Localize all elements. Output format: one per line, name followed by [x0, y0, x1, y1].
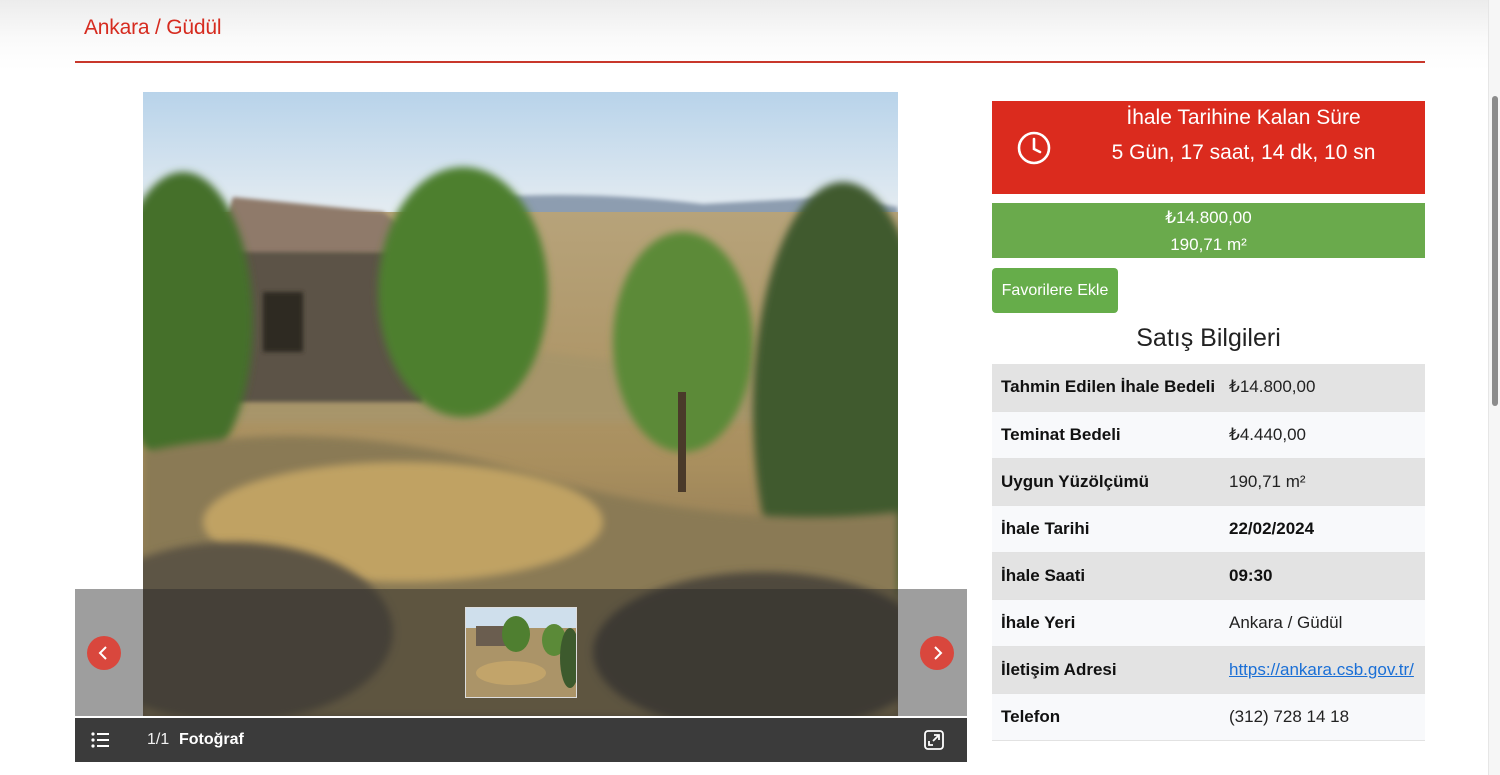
row-label: İhale Yeri — [992, 599, 1220, 647]
price-area: 190,71 m² — [1170, 235, 1247, 254]
table-row: Teminat Bedeli ₺4.440,00 — [992, 411, 1425, 459]
table-row: Telefon (312) 728 14 18 — [992, 693, 1425, 741]
row-label: Uygun Yüzölçümü — [992, 458, 1220, 506]
row-value: ₺4.440,00 — [1220, 411, 1425, 459]
row-label: Telefon — [992, 693, 1220, 741]
sales-info-title: Satış Bilgileri — [1136, 324, 1281, 352]
table-row: Tahmin Edilen İhale Bedeli ₺14.800,00 — [992, 364, 1425, 412]
row-value: Ankara / Güdül — [1220, 599, 1425, 647]
row-value: 190,71 m² — [1220, 458, 1425, 506]
thumbnail-strip — [75, 589, 967, 716]
price-summary: ₺14.800,00 190,71 m² — [992, 203, 1425, 258]
auction-countdown: İhale Tarihine Kalan Süre 5 Gün, 17 saat… — [992, 101, 1425, 194]
table-row: Uygun Yüzölçümü 190,71 m² — [992, 458, 1425, 506]
table-row: İhale Saati 09:30 — [992, 552, 1425, 600]
row-label: Tahmin Edilen İhale Bedeli — [992, 364, 1220, 412]
previous-photo-button[interactable] — [87, 636, 121, 670]
clock-icon — [1017, 131, 1051, 165]
chevron-left-icon — [98, 646, 107, 660]
header-bar — [0, 0, 1500, 70]
thumbnail-image[interactable] — [465, 607, 577, 698]
contact-address-link[interactable]: https://ankara.csb.gov.tr/ — [1229, 660, 1414, 679]
next-photo-button[interactable] — [920, 636, 954, 670]
photo-counter: 1/1 — [147, 731, 170, 748]
page-title: Ankara / Güdül — [84, 16, 222, 39]
price-amount: ₺14.800,00 — [1165, 208, 1252, 227]
countdown-time: 5 Gün, 17 saat, 14 dk, 10 sn — [1111, 141, 1376, 164]
table-row: İhale Yeri Ankara / Güdül — [992, 599, 1425, 647]
photo-label: Fotoğraf — [179, 731, 244, 748]
row-label: İhale Saati — [992, 552, 1220, 600]
table-row: İletişim Adresi https://ankara.csb.gov.t… — [992, 646, 1425, 694]
list-icon[interactable] — [89, 730, 111, 750]
sales-info-table: Tahmin Edilen İhale Bedeli ₺14.800,00 Te… — [992, 364, 1425, 741]
page-scrollbar[interactable] — [1488, 0, 1500, 775]
countdown-title: İhale Tarihine Kalan Süre — [1126, 106, 1361, 129]
title-divider — [75, 61, 1425, 63]
row-label: Teminat Bedeli — [992, 411, 1220, 459]
scrollbar-thumb[interactable] — [1492, 96, 1498, 406]
row-value: ₺14.800,00 — [1220, 364, 1425, 412]
row-value: https://ankara.csb.gov.tr/ — [1220, 646, 1425, 694]
gallery-toolbar: 1/1 Fotoğraf — [75, 718, 967, 762]
photo-gallery: 1/1 Fotoğraf — [75, 92, 967, 762]
fullscreen-icon[interactable] — [923, 729, 945, 751]
chevron-right-icon — [934, 646, 943, 660]
row-value: 22/02/2024 — [1220, 505, 1425, 553]
row-label: İletişim Adresi — [992, 646, 1220, 694]
row-value: (312) 728 14 18 — [1220, 693, 1425, 741]
row-label: İhale Tarihi — [992, 505, 1220, 553]
add-to-favorites-button[interactable]: Favorilere Ekle — [992, 268, 1118, 313]
table-row: İhale Tarihi 22/02/2024 — [992, 505, 1425, 553]
row-value: 09:30 — [1220, 552, 1425, 600]
